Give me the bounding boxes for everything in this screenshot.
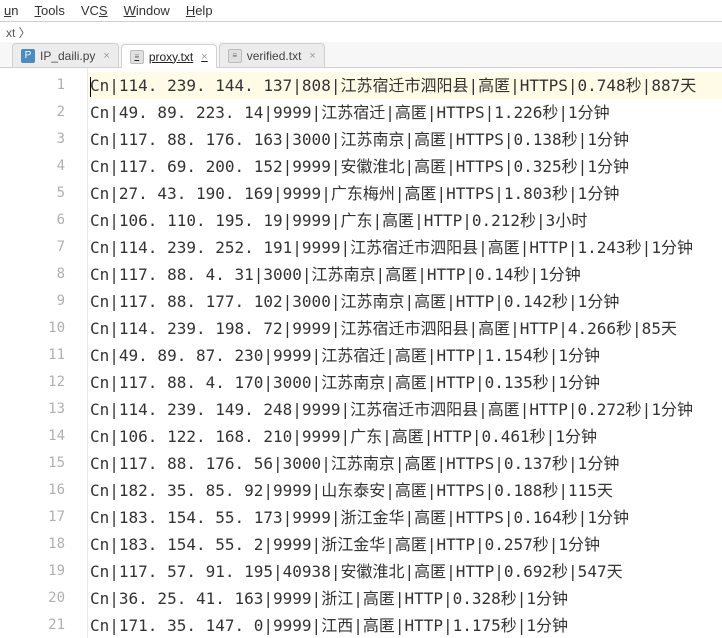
text-line[interactable]: Cn|117. 88. 4. 170|3000|江苏南京|高匿|HTTP|0.1… (88, 369, 722, 396)
line-number: 21 (0, 612, 87, 638)
line-number: 9 (0, 288, 87, 315)
line-number: 15 (0, 450, 87, 477)
breadcrumb: xt 〉 (0, 22, 722, 42)
line-number: 1 (0, 72, 87, 99)
tab-label: proxy.txt (149, 50, 193, 64)
text-line[interactable]: Cn|183. 154. 55. 173|9999|浙江金华|高匿|HTTPS|… (88, 504, 722, 531)
text-line[interactable]: Cn|182. 35. 85. 92|9999|山东泰安|高匿|HTTPS|0.… (88, 477, 722, 504)
menu-item[interactable]: Help (186, 3, 213, 18)
line-number: 7 (0, 234, 87, 261)
line-number: 17 (0, 504, 87, 531)
line-number: 3 (0, 126, 87, 153)
text-line[interactable]: Cn|117. 88. 176. 56|3000|江苏南京|高匿|HTTPS|0… (88, 450, 722, 477)
text-file-icon: ≡ (130, 50, 144, 64)
python-file-icon: P (21, 49, 35, 63)
line-number: 18 (0, 531, 87, 558)
text-line[interactable]: Cn|49. 89. 223. 14|9999|江苏宿迁|高匿|HTTPS|1.… (88, 99, 722, 126)
text-line[interactable]: Cn|49. 89. 87. 230|9999|江苏宿迁|高匿|HTTP|1.1… (88, 342, 722, 369)
text-line[interactable]: Cn|183. 154. 55. 2|9999|浙江金华|高匿|HTTP|0.2… (88, 531, 722, 558)
tab-bar: P IP_daili.py × ≡ proxy.txt × ≡ verified.txt × (0, 42, 722, 68)
text-line[interactable]: Cn|117. 88. 4. 31|3000|江苏南京|高匿|HTTP|0.14… (88, 261, 722, 288)
close-icon[interactable]: × (309, 50, 315, 62)
line-number: 8 (0, 261, 87, 288)
tab-verified-txt[interactable]: ≡ verified.txt × (219, 43, 325, 67)
line-number: 12 (0, 369, 87, 396)
text-line[interactable]: Cn|106. 110. 195. 19|9999|广东|高匿|HTTP|0.2… (88, 207, 722, 234)
menu-bar: un Tools VCS Window Help (0, 0, 722, 22)
menu-item[interactable]: un (4, 3, 18, 18)
line-number: 2 (0, 99, 87, 126)
breadcrumb-text: xt 〉 (6, 24, 31, 41)
text-line[interactable]: Cn|114. 239. 149. 248|9999|江苏宿迁市泗阳县|高匿|H… (88, 396, 722, 423)
text-line[interactable]: Cn|114. 239. 252. 191|9999|江苏宿迁市泗阳县|高匿|H… (88, 234, 722, 261)
line-number: 4 (0, 153, 87, 180)
line-number: 20 (0, 585, 87, 612)
line-number: 11 (0, 342, 87, 369)
line-number: 6 (0, 207, 87, 234)
line-number: 19 (0, 558, 87, 585)
text-line[interactable]: Cn|27. 43. 190. 169|9999|广东梅州|高匿|HTTPS|1… (88, 180, 722, 207)
text-line[interactable]: Cn|171. 35. 147. 0|9999|江西|高匿|HTTP|1.175… (88, 612, 722, 638)
text-cursor (90, 77, 91, 97)
text-line[interactable]: Cn|106. 122. 168. 210|9999|广东|高匿|HTTP|0.… (88, 423, 722, 450)
gutter: 123456789101112131415161718192021 (0, 68, 88, 638)
tab-label: verified.txt (247, 49, 302, 63)
text-line[interactable]: Cn|36. 25. 41. 163|9999|浙江|高匿|HTTP|0.328… (88, 585, 722, 612)
text-line[interactable]: Cn|114. 239. 144. 137|808|江苏宿迁市泗阳县|高匿|HT… (88, 72, 722, 99)
line-number: 14 (0, 423, 87, 450)
editor-content[interactable]: Cn|114. 239. 144. 137|808|江苏宿迁市泗阳县|高匿|HT… (88, 68, 722, 638)
text-line[interactable]: Cn|117. 88. 177. 102|3000|江苏南京|高匿|HTTP|0… (88, 288, 722, 315)
text-line[interactable]: Cn|117. 88. 176. 163|3000|江苏南京|高匿|HTTPS|… (88, 126, 722, 153)
line-number: 13 (0, 396, 87, 423)
line-number: 5 (0, 180, 87, 207)
line-number: 10 (0, 315, 87, 342)
text-line[interactable]: Cn|117. 69. 200. 152|9999|安徽淮北|高匿|HTTPS|… (88, 153, 722, 180)
menu-item[interactable]: VCS (81, 3, 108, 18)
tab-proxy-txt[interactable]: ≡ proxy.txt × (121, 44, 217, 68)
tab-IP_daili-py[interactable]: P IP_daili.py × (12, 43, 119, 67)
menu-item[interactable]: Window (124, 3, 170, 18)
line-number: 16 (0, 477, 87, 504)
close-icon[interactable]: × (103, 50, 109, 62)
text-line[interactable]: Cn|117. 57. 91. 195|40938|安徽淮北|高匿|HTTP|0… (88, 558, 722, 585)
tab-label: IP_daili.py (40, 49, 95, 63)
text-line[interactable]: Cn|114. 239. 198. 72|9999|江苏宿迁市泗阳县|高匿|HT… (88, 315, 722, 342)
text-file-icon: ≡ (228, 49, 242, 63)
menu-item[interactable]: Tools (34, 3, 64, 18)
editor: 123456789101112131415161718192021 Cn|114… (0, 68, 722, 638)
close-icon[interactable]: × (201, 51, 207, 63)
